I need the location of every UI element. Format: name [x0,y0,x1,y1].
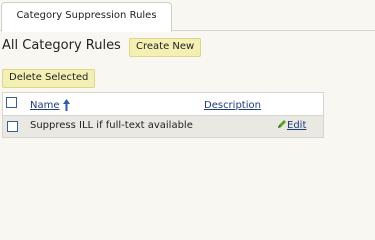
name-column-header[interactable]: Name [30,100,60,111]
rule-name: Suppress ILL if full-text available [30,120,193,131]
rules-table: Name Description Suppress ILL if full-te… [2,92,324,138]
description-column-header[interactable]: Description [204,100,261,111]
pencil-icon[interactable] [277,119,287,129]
table-header: Name Description [3,93,323,116]
create-new-button[interactable]: Create New [129,38,202,57]
edit-link[interactable]: Edit [287,120,306,131]
select-all-checkbox[interactable] [6,97,17,108]
tab-category-suppression-rules[interactable]: Category Suppression Rules [1,2,172,32]
tab-bar: Category Suppression Rules [0,0,375,32]
sort-ascending-arrow-icon[interactable] [62,98,71,112]
page-title: All Category Rules [2,38,121,53]
row-select-checkbox[interactable] [7,121,18,132]
delete-selected-button[interactable]: Delete Selected [2,69,96,88]
